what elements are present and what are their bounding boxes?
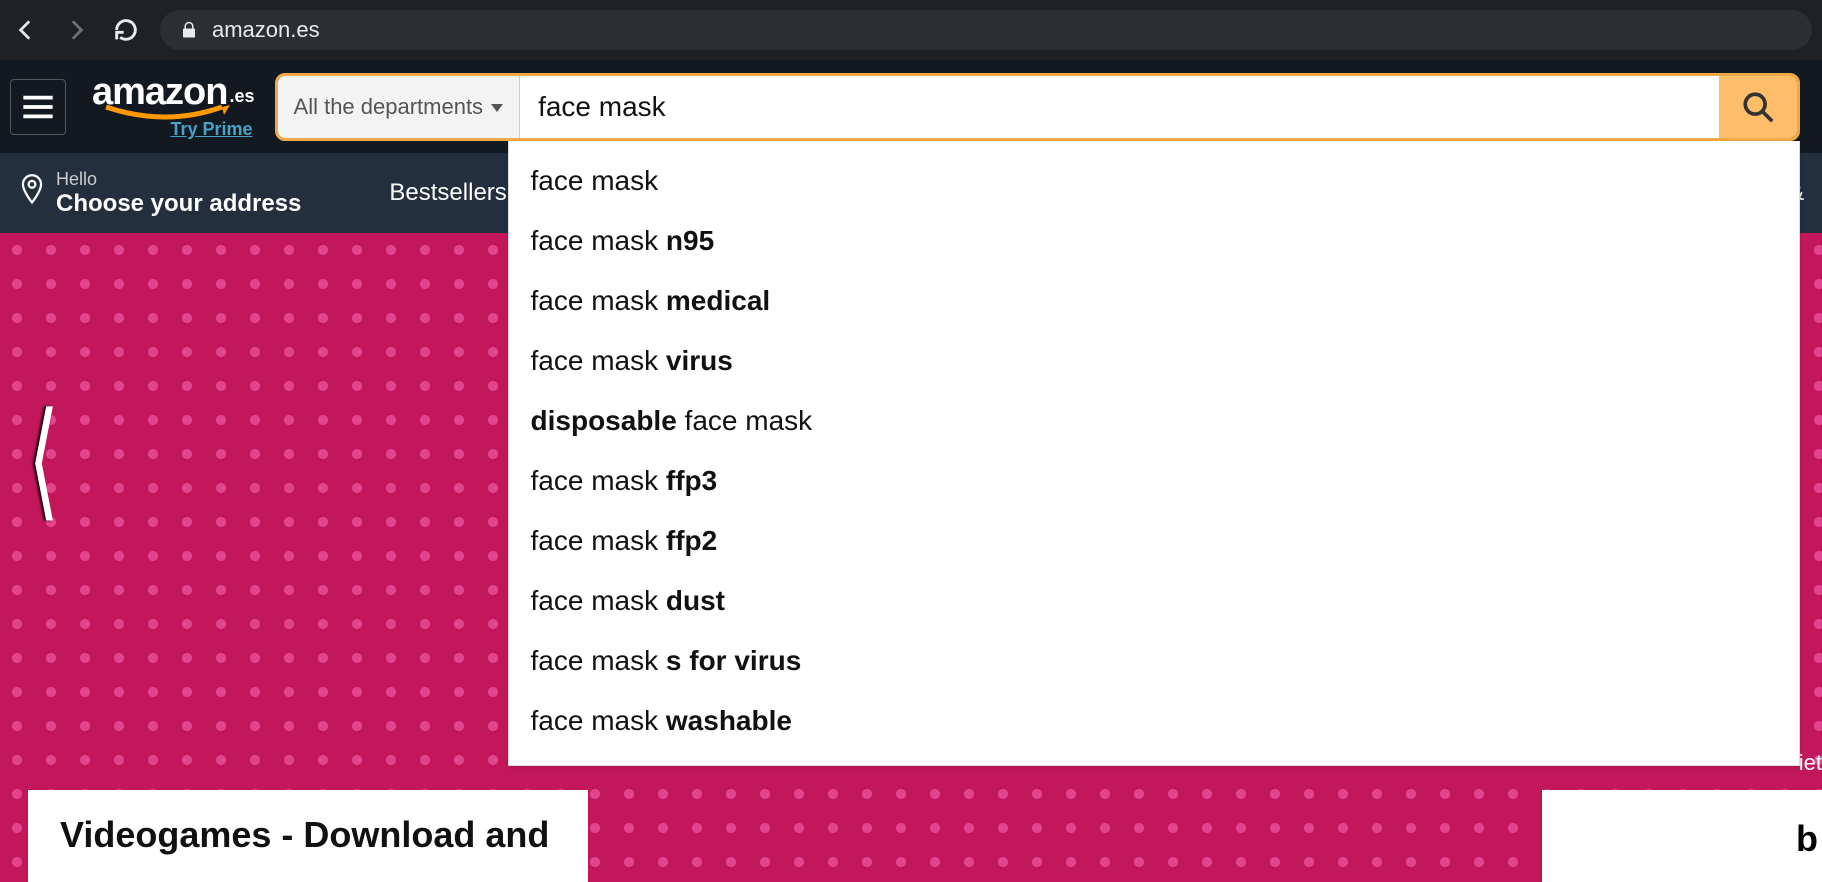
url-text: amazon.es xyxy=(212,17,320,43)
hero-promo-card[interactable]: Videogames - Download and xyxy=(28,790,588,882)
suggestion-item[interactable]: face mask virus xyxy=(509,331,1799,391)
hero-card-title: Videogames - Download and xyxy=(60,814,556,856)
hamburger-menu-button[interactable] xyxy=(10,79,66,135)
department-dropdown[interactable]: All the departments xyxy=(278,76,521,138)
suggestion-item[interactable]: face mask dust xyxy=(509,571,1799,631)
search-button[interactable] xyxy=(1719,76,1797,138)
suggestion-item[interactable]: disposable face mask xyxy=(509,391,1799,451)
lock-icon xyxy=(180,20,198,40)
search-input[interactable] xyxy=(520,76,1719,138)
hero-side-card[interactable]: b xyxy=(1542,790,1822,882)
suggestion-item[interactable]: face mask xyxy=(509,151,1799,211)
suggestion-item[interactable]: face mask n95 xyxy=(509,211,1799,271)
suggestion-item[interactable]: face mask s for virus xyxy=(509,631,1799,691)
nav-fragment-3: b xyxy=(1796,818,1818,860)
carousel-prev-button[interactable]: ⟨ xyxy=(28,385,59,534)
nav-fragment-2: iet xyxy=(1799,750,1822,776)
suggestion-item[interactable]: face mask medical xyxy=(509,271,1799,331)
site-header: amazon .es Try Prime All the departments… xyxy=(0,60,1822,153)
search-bar: All the departments face maskface mask n… xyxy=(275,73,1800,141)
address-bar[interactable]: amazon.es xyxy=(160,10,1812,50)
suggestion-item[interactable]: face mask ffp2 xyxy=(509,511,1799,571)
nav-bestsellers[interactable]: Bestsellers xyxy=(389,179,506,207)
forward-button[interactable] xyxy=(60,14,92,46)
address-line1: Hello xyxy=(56,169,301,190)
back-button[interactable] xyxy=(10,14,42,46)
department-label: All the departments xyxy=(294,94,484,120)
suggestion-item[interactable]: face mask washable xyxy=(509,691,1799,751)
suggestion-item[interactable]: face mask ffp3 xyxy=(509,451,1799,511)
location-icon xyxy=(18,173,46,213)
address-line2: Choose your address xyxy=(56,190,301,218)
reload-button[interactable] xyxy=(110,14,142,46)
try-prime-link[interactable]: Try Prime xyxy=(170,119,252,140)
logo-extension: .es xyxy=(229,86,254,107)
search-suggestions: face maskface mask n95face mask medicalf… xyxy=(508,141,1800,766)
amazon-logo[interactable]: amazon .es Try Prime xyxy=(92,73,255,140)
choose-address-button[interactable]: Hello Choose your address xyxy=(18,169,301,218)
browser-toolbar: amazon.es xyxy=(0,0,1822,60)
search-icon xyxy=(1741,90,1775,124)
chevron-down-icon xyxy=(491,94,503,120)
